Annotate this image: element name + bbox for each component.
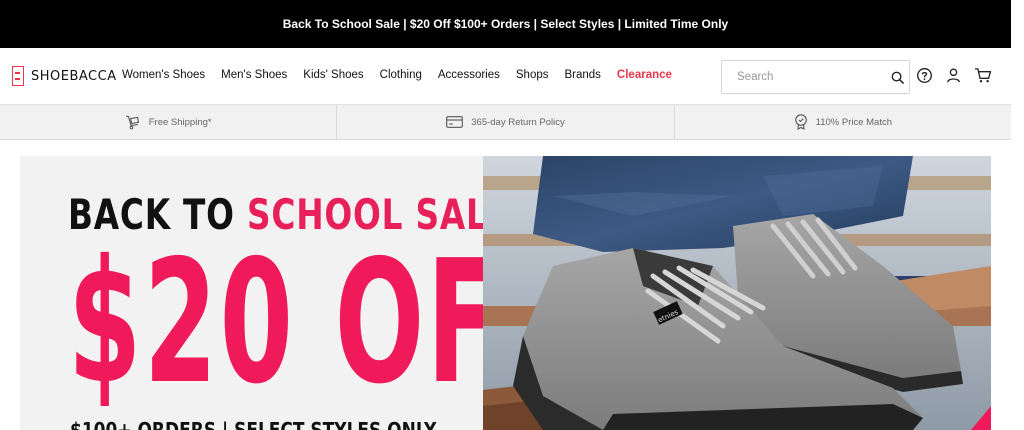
nav-clothing[interactable]: Clothing xyxy=(380,69,422,81)
promo-text: Back To School Sale | $20 Off $100+ Orde… xyxy=(282,17,729,31)
nav-clearance[interactable]: Clearance xyxy=(617,69,672,81)
benefit-label: 110% Price Match xyxy=(815,116,893,128)
card-icon xyxy=(446,116,464,128)
shipping-icon xyxy=(125,114,141,130)
benefit-free-shipping[interactable]: Free Shipping* xyxy=(0,105,338,139)
nav-accessories[interactable]: Accessories xyxy=(438,69,500,81)
hero-text-panel: BACK TO SCHOOL SALE $20 OFF $100+ ORDERS… xyxy=(20,156,573,430)
hero-image: etnies xyxy=(483,156,991,430)
sneaker-photo: etnies xyxy=(483,156,991,430)
price-tag-icon xyxy=(794,114,808,130)
header-utility-icons xyxy=(916,67,992,84)
main-nav: Women's Shoes Men's Shoes Kids' Shoes Cl… xyxy=(122,69,672,81)
benefits-strip: Free Shipping* 365-day Return Policy 110… xyxy=(0,104,1011,140)
nav-womens-shoes[interactable]: Women's Shoes xyxy=(122,69,205,81)
nav-shops[interactable]: Shops xyxy=(516,69,549,81)
logo[interactable]: SHOEBACCA xyxy=(12,66,117,86)
benefit-price-match[interactable]: 110% Price Match xyxy=(675,105,1011,139)
account-icon[interactable] xyxy=(945,67,962,84)
nav-kids-shoes[interactable]: Kids' Shoes xyxy=(303,69,363,81)
hero-banner[interactable]: BACK TO SCHOOL SALE $20 OFF $100+ ORDERS… xyxy=(20,156,991,430)
site-header: SHOEBACCA Women's Shoes Men's Shoes Kids… xyxy=(0,48,1011,104)
search-box xyxy=(721,60,910,94)
benefit-label: 365-day Return Policy xyxy=(471,116,565,128)
search-icon[interactable] xyxy=(891,71,904,84)
benefit-label: Free Shipping* xyxy=(148,116,212,128)
help-icon[interactable] xyxy=(916,67,933,84)
logo-mark-icon xyxy=(12,66,24,86)
hero-subtitle: $100+ ORDERS | SELECT STYLES ONLY xyxy=(70,418,437,430)
nav-mens-shoes[interactable]: Men's Shoes xyxy=(221,69,287,81)
benefit-return-policy[interactable]: 365-day Return Policy xyxy=(337,105,675,139)
search-input[interactable] xyxy=(737,71,891,83)
nav-brands[interactable]: Brands xyxy=(564,69,600,81)
promo-banner[interactable]: Back To School Sale | $20 Off $100+ Orde… xyxy=(0,0,1011,48)
logo-text: SHOEBACCA xyxy=(31,68,117,84)
cart-icon[interactable] xyxy=(974,67,992,84)
